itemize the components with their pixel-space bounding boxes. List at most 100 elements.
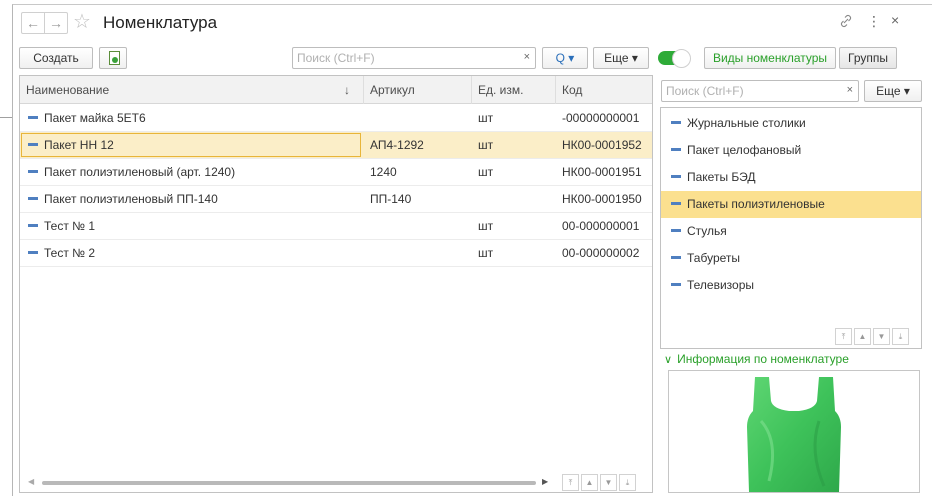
cell-unit: шт: [478, 246, 494, 260]
go-down-icon[interactable]: ▼: [600, 474, 617, 491]
cell-code: -00000000001: [562, 111, 640, 125]
table-row[interactable]: Пакет полиэтиленовый ПП-140 ПП-140 НК00-…: [20, 186, 652, 213]
cell-name: Тест № 1: [20, 213, 364, 239]
cell-name: Пакет НН 12: [20, 132, 364, 158]
table-header: Наименование ↓ Артикул Ед. изм. Код: [20, 76, 652, 104]
item-dash-icon: [28, 116, 38, 120]
more-vertical-icon[interactable]: ⋮: [867, 13, 881, 30]
item-dash-icon: [28, 170, 38, 174]
more-actions-button[interactable]: Еще ▾: [593, 47, 649, 69]
cell-code: НК00-0001952: [562, 138, 642, 152]
list-item[interactable]: Телевизоры: [661, 272, 921, 299]
cell-code: 00-000000002: [562, 246, 640, 260]
sort-descending-icon[interactable]: ↓: [344, 76, 350, 104]
item-dash-icon: [671, 229, 681, 233]
product-image: [668, 370, 920, 493]
cell-unit: шт: [478, 219, 494, 233]
item-dash-icon: [28, 251, 38, 255]
table-row[interactable]: Пакет майка 5ЕТ6 шт -00000000001: [20, 105, 652, 132]
item-dash-icon: [671, 148, 681, 152]
back-arrow-icon[interactable]: ←: [21, 12, 45, 34]
cell-name: Тест № 2: [20, 240, 364, 266]
tab-item-kinds[interactable]: Виды номенклатуры: [704, 47, 836, 69]
column-header-name[interactable]: Наименование: [20, 76, 364, 104]
go-down-icon[interactable]: ▼: [873, 328, 890, 345]
scroll-right-icon[interactable]: ▶: [542, 477, 548, 486]
clear-search-icon[interactable]: ×: [524, 51, 530, 63]
title-bar: ← → ☆ Номенклатура ⋮ ×: [13, 5, 932, 41]
search-input-wrapper: ×: [292, 47, 536, 69]
group-search-wrapper: ×: [661, 80, 859, 102]
column-header-unit[interactable]: Ед. изм.: [472, 76, 556, 104]
cell-article: [364, 105, 472, 131]
item-dash-icon: [671, 283, 681, 287]
search-options-button[interactable]: Q ▾: [542, 47, 588, 69]
item-dash-icon: [671, 175, 681, 179]
go-up-icon[interactable]: ▲: [581, 474, 598, 491]
link-icon[interactable]: [839, 14, 853, 31]
cell-unit: шт: [478, 111, 494, 125]
column-header-article[interactable]: Артикул: [364, 76, 472, 104]
favorite-star-icon[interactable]: ☆: [73, 10, 91, 34]
item-dash-icon: [671, 256, 681, 260]
list-nav-arrows: ⤒ ▲ ▼ ⤓: [835, 328, 915, 346]
list-item[interactable]: Стулья: [661, 218, 921, 245]
go-first-icon[interactable]: ⤒: [835, 328, 852, 345]
go-last-icon[interactable]: ⤓: [892, 328, 909, 345]
info-section-label: Информация по номенклатуре: [677, 352, 849, 366]
table-nav-arrows: ⤒ ▲ ▼ ⤓: [562, 474, 642, 492]
table-row[interactable]: Тест № 2 шт 00-000000002: [20, 240, 652, 267]
item-dash-icon: [671, 202, 681, 206]
cell-unit: шт: [478, 165, 494, 179]
items-table: Наименование ↓ Артикул Ед. изм. Код Паке…: [19, 75, 653, 493]
item-dash-icon: [28, 197, 38, 201]
cell-name: Пакет полиэтиленовый ПП-140: [20, 186, 364, 212]
list-item[interactable]: Табуреты: [661, 245, 921, 272]
list-item[interactable]: Пакеты БЭД: [661, 164, 921, 191]
close-icon[interactable]: ×: [891, 12, 899, 28]
scroll-left-icon[interactable]: ◀: [28, 477, 34, 486]
cell-unit: шт: [478, 138, 494, 152]
plastic-bag-image: [747, 377, 841, 492]
cell-name: Пакет майка 5ЕТ6: [20, 105, 364, 131]
catalog-window: ← → ☆ Номенклатура ⋮ × Создать × Q ▾ Еще…: [12, 4, 932, 496]
cell-article: АП4-1292: [370, 138, 424, 152]
table-row-selected[interactable]: Пакет НН 12 АП4-1292 шт НК00-0001952: [20, 132, 652, 159]
table-row[interactable]: Пакет полиэтиленовый (арт. 1240) 1240 шт…: [20, 159, 652, 186]
forward-arrow-icon[interactable]: →: [44, 12, 68, 34]
table-row[interactable]: Тест № 1 шт 00-000000001: [20, 213, 652, 240]
tab-groups[interactable]: Группы: [839, 47, 897, 69]
cell-name: Пакет полиэтиленовый (арт. 1240): [20, 159, 364, 185]
item-dash-icon: [671, 121, 681, 125]
info-section-header[interactable]: ∨ Информация по номенклатуре: [664, 352, 849, 366]
cell-code: НК00-0001951: [562, 165, 642, 179]
group-panel-toggle[interactable]: [658, 49, 691, 68]
group-more-button[interactable]: Еще ▾: [864, 80, 922, 102]
column-header-code[interactable]: Код: [556, 76, 652, 104]
list-item[interactable]: Пакет целофановый: [661, 137, 921, 164]
group-search-input[interactable]: [662, 81, 832, 101]
go-first-icon[interactable]: ⤒: [562, 474, 579, 491]
cell-article: [364, 240, 472, 266]
item-dash-icon: [28, 143, 38, 147]
page-title: Номенклатура: [103, 13, 218, 32]
document-add-icon: [109, 51, 120, 65]
cell-article: [364, 213, 472, 239]
horizontal-scrollbar[interactable]: ◀ ▶: [20, 474, 560, 492]
external-connector-line: [0, 117, 12, 118]
search-input[interactable]: [293, 48, 503, 68]
cell-code: 00-000000001: [562, 219, 640, 233]
create-button[interactable]: Создать: [19, 47, 93, 69]
clear-group-search-icon[interactable]: ×: [847, 84, 853, 96]
cell-article: 1240: [370, 165, 397, 179]
create-from-file-button[interactable]: [99, 47, 127, 69]
item-dash-icon: [28, 224, 38, 228]
item-kinds-list: Журнальные столики Пакет целофановый Пак…: [660, 107, 922, 349]
chevron-down-icon: ∨: [664, 354, 673, 366]
list-item-selected[interactable]: Пакеты полиэтиленовые: [661, 191, 921, 218]
cell-article: ПП-140: [370, 192, 412, 206]
go-last-icon[interactable]: ⤓: [619, 474, 636, 491]
list-item[interactable]: Журнальные столики: [661, 110, 921, 137]
scrollbar-thumb[interactable]: [42, 481, 536, 485]
go-up-icon[interactable]: ▲: [854, 328, 871, 345]
